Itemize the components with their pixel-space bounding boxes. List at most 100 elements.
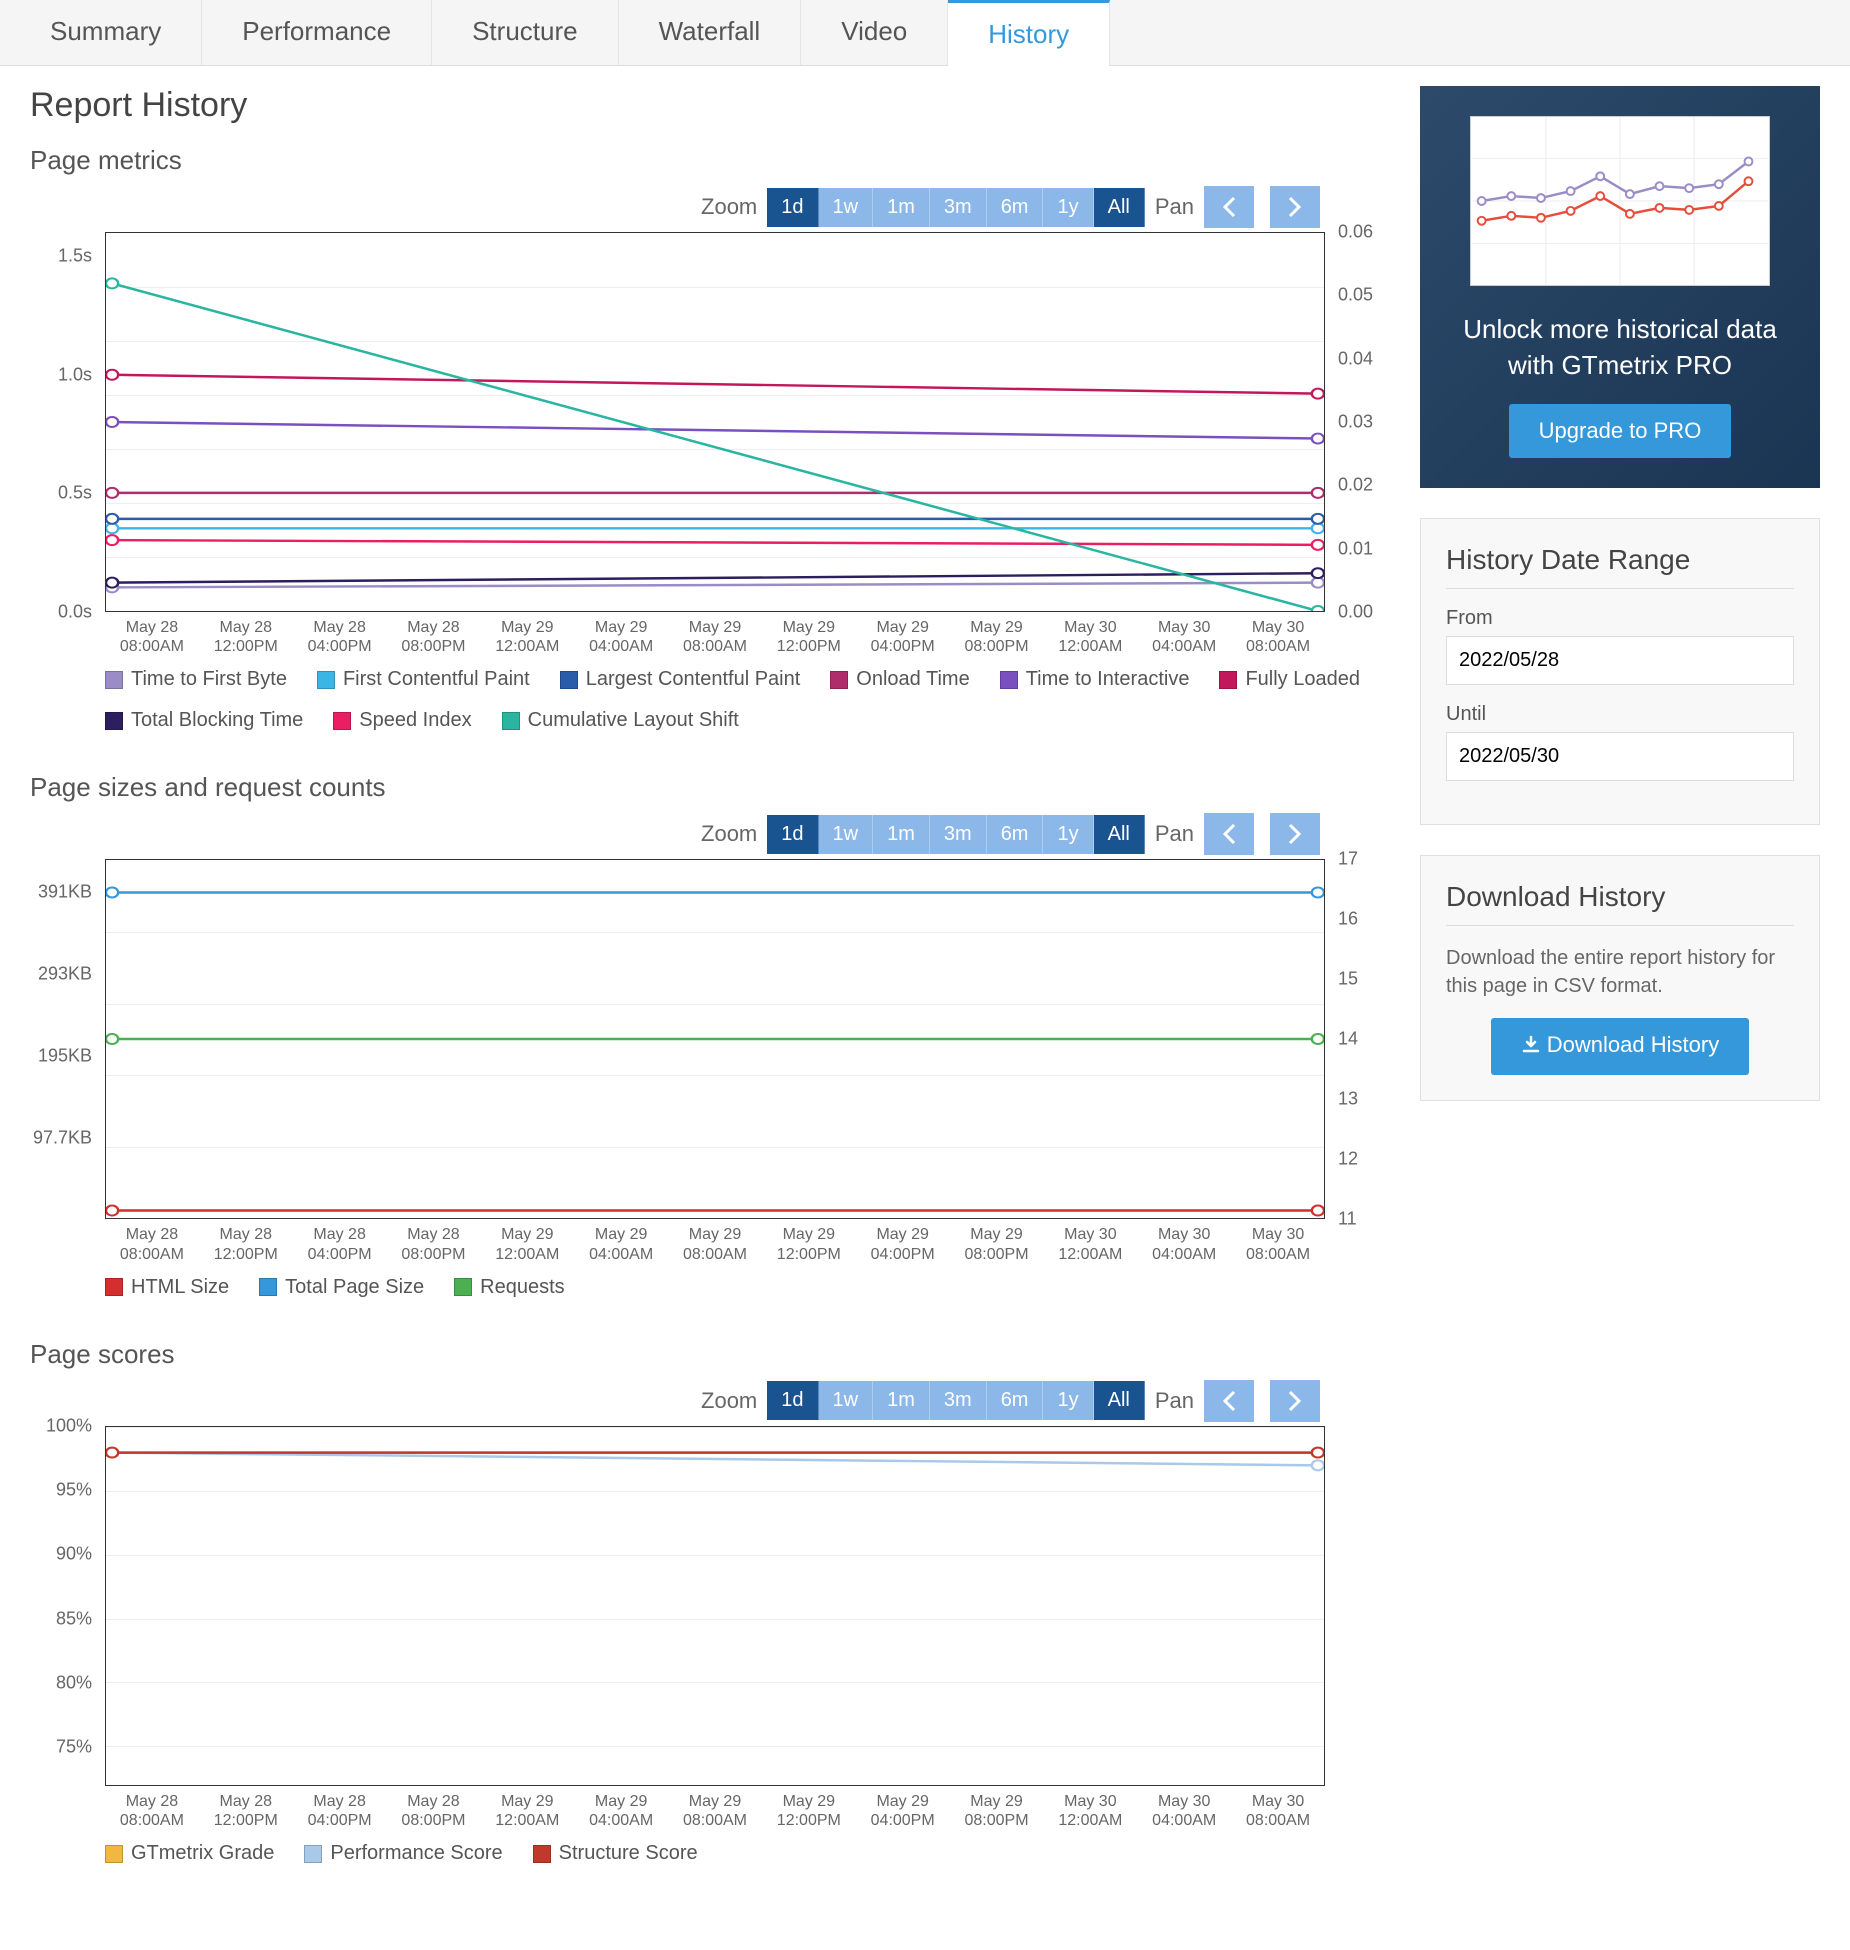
page-sizes-chart: [105, 859, 1325, 1219]
zoom-1d-button[interactable]: 1d: [767, 188, 818, 227]
y-tick: 391KB: [38, 882, 92, 903]
until-label: Until: [1446, 703, 1794, 726]
zoom-1w-button[interactable]: 1w: [819, 188, 874, 227]
x-tick: May 2912:00PM: [762, 618, 856, 656]
legend-item[interactable]: Structure Score: [533, 1842, 698, 1865]
y-tick: 97.7KB: [33, 1127, 92, 1148]
pan-label: Pan: [1155, 821, 1194, 847]
legend-item[interactable]: First Contentful Paint: [317, 668, 530, 691]
x-tick: May 3004:00AM: [1137, 618, 1231, 656]
tab-waterfall[interactable]: Waterfall: [619, 0, 802, 65]
legend-item[interactable]: Cumulative Layout Shift: [502, 709, 739, 732]
x-tick: May 3004:00AM: [1137, 1792, 1231, 1830]
y-axis-left: 0.0s0.5s1.0s1.5s: [30, 232, 100, 612]
pan-left-button[interactable]: [1204, 186, 1254, 228]
zoom-all-button[interactable]: All: [1094, 188, 1145, 227]
y2-tick: 16: [1338, 909, 1358, 930]
x-tick: May 2812:00PM: [199, 1225, 293, 1263]
y-tick: 90%: [56, 1544, 92, 1565]
x-tick: May 2904:00PM: [856, 1225, 950, 1263]
zoom-1y-button[interactable]: 1y: [1043, 1381, 1093, 1420]
y2-tick: 11: [1338, 1209, 1357, 1230]
chart-controls: Zoom 1d1w1m3m6m1yAll Pan: [30, 1380, 1380, 1422]
zoom-all-button[interactable]: All: [1094, 1381, 1145, 1420]
y-axis-left: 97.7KB195KB293KB391KB: [30, 859, 100, 1219]
pan-label: Pan: [1155, 194, 1194, 220]
until-input[interactable]: [1446, 732, 1794, 781]
legend-item[interactable]: Onload Time: [830, 668, 969, 691]
zoom-3m-button[interactable]: 3m: [930, 815, 987, 854]
page-metrics-section: Page metrics Zoom1d1w1m3m6m1yAllPan 0.0s…: [30, 145, 1380, 732]
x-tick: May 2904:00AM: [574, 1225, 668, 1263]
zoom-1w-button[interactable]: 1w: [819, 1381, 874, 1420]
x-tick: May 2908:00AM: [668, 618, 762, 656]
y2-tick: 15: [1338, 969, 1358, 990]
x-tick: May 2912:00PM: [762, 1792, 856, 1830]
x-tick: May 2812:00PM: [199, 618, 293, 656]
legend-item[interactable]: Time to First Byte: [105, 668, 287, 691]
zoom-1y-button[interactable]: 1y: [1043, 815, 1093, 854]
page-scores-chart: [105, 1426, 1325, 1786]
tab-history[interactable]: History: [948, 0, 1110, 66]
zoom-6m-button[interactable]: 6m: [987, 1381, 1044, 1420]
y2-tick: 0.06: [1338, 222, 1373, 243]
legend-item[interactable]: Fully Loaded: [1219, 668, 1360, 691]
y-tick: 0.0s: [58, 602, 92, 623]
tab-performance[interactable]: Performance: [202, 0, 432, 65]
x-tick: May 2904:00AM: [574, 618, 668, 656]
legend: HTML Size Total Page Size Requests: [105, 1276, 1380, 1299]
pan-right-button[interactable]: [1270, 186, 1320, 228]
from-input[interactable]: [1446, 636, 1794, 685]
zoom-all-button[interactable]: All: [1094, 815, 1145, 854]
legend-item[interactable]: Time to Interactive: [1000, 668, 1190, 691]
download-button[interactable]: Download History: [1491, 1018, 1749, 1075]
x-tick: May 2808:00PM: [387, 1792, 481, 1830]
pan-label: Pan: [1155, 1388, 1194, 1414]
x-tick: May 2904:00AM: [574, 1792, 668, 1830]
zoom-1m-button[interactable]: 1m: [873, 188, 930, 227]
x-axis: May 2808:00AMMay 2812:00PMMay 2804:00PMM…: [105, 1219, 1325, 1263]
zoom-label: Zoom: [701, 194, 757, 220]
panel-title: Download History: [1446, 881, 1794, 926]
sidebar: Unlock more historical data with GTmetri…: [1420, 86, 1820, 1905]
zoom-1y-button[interactable]: 1y: [1043, 188, 1093, 227]
x-tick: May 2904:00PM: [856, 618, 950, 656]
zoom-1d-button[interactable]: 1d: [767, 815, 818, 854]
zoom-6m-button[interactable]: 6m: [987, 188, 1044, 227]
x-tick: May 2808:00PM: [387, 618, 481, 656]
y2-tick: 12: [1338, 1149, 1358, 1170]
legend-item[interactable]: Requests: [454, 1276, 565, 1299]
pan-left-button[interactable]: [1204, 1380, 1254, 1422]
pan-left-button[interactable]: [1204, 813, 1254, 855]
zoom-3m-button[interactable]: 3m: [930, 188, 987, 227]
tabs: SummaryPerformanceStructureWaterfallVide…: [0, 0, 1850, 66]
legend-item[interactable]: Total Page Size: [259, 1276, 424, 1299]
y2-tick: 0.00: [1338, 602, 1373, 623]
legend-item[interactable]: Largest Contentful Paint: [560, 668, 801, 691]
tab-structure[interactable]: Structure: [432, 0, 619, 65]
legend-item[interactable]: Total Blocking Time: [105, 709, 303, 732]
tab-summary[interactable]: Summary: [10, 0, 202, 65]
upgrade-button[interactable]: Upgrade to PRO: [1509, 404, 1732, 458]
zoom-3m-button[interactable]: 3m: [930, 1381, 987, 1420]
x-axis: May 2808:00AMMay 2812:00PMMay 2804:00PMM…: [105, 612, 1325, 656]
x-tick: May 3008:00AM: [1231, 1792, 1325, 1830]
zoom-1m-button[interactable]: 1m: [873, 1381, 930, 1420]
legend-item[interactable]: Performance Score: [304, 1842, 502, 1865]
zoom-1m-button[interactable]: 1m: [873, 815, 930, 854]
x-tick: May 3008:00AM: [1231, 1225, 1325, 1263]
legend-item[interactable]: Speed Index: [333, 709, 471, 732]
pan-right-button[interactable]: [1270, 1380, 1320, 1422]
x-tick: May 2912:00AM: [480, 618, 574, 656]
zoom-label: Zoom: [701, 1388, 757, 1414]
zoom-1d-button[interactable]: 1d: [767, 1381, 818, 1420]
x-tick: May 3012:00AM: [1043, 1792, 1137, 1830]
pan-right-button[interactable]: [1270, 813, 1320, 855]
zoom-6m-button[interactable]: 6m: [987, 815, 1044, 854]
legend-item[interactable]: HTML Size: [105, 1276, 229, 1299]
chart-controls: Zoom 1d1w1m3m6m1yAll Pan: [30, 186, 1380, 228]
zoom-1w-button[interactable]: 1w: [819, 815, 874, 854]
tab-video[interactable]: Video: [801, 0, 948, 65]
legend-item[interactable]: GTmetrix Grade: [105, 1842, 274, 1865]
from-label: From: [1446, 607, 1794, 630]
